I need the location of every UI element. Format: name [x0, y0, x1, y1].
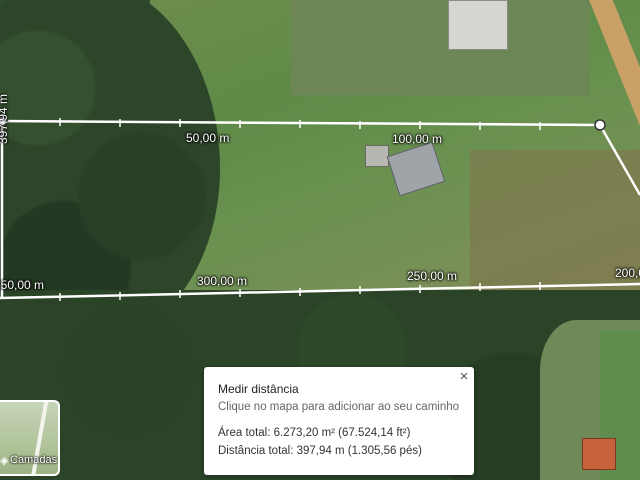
total-area-text: Área total: 6.273,20 m² (67.524,14 ft²): [218, 427, 411, 439]
measure-label-200: 200,00 m: [615, 266, 640, 280]
layers-label: Camadas: [10, 454, 58, 466]
measure-label-250: 250,00 m: [407, 269, 458, 283]
measure-label-vertical: 397,94 m: [0, 94, 11, 145]
measure-ticks: [59, 118, 541, 301]
close-icon[interactable]: ×: [456, 369, 472, 385]
layers-icon: ◈: [0, 455, 9, 467]
measure-info-card: Medir distância × Clique no mapa para ad…: [204, 367, 474, 475]
measure-label-100: 100,00 m: [392, 132, 443, 146]
measure-point[interactable]: [594, 119, 606, 131]
total-distance-text: Distância total: 397,94 m (1.305,56 pés): [218, 445, 422, 457]
info-card-title: Medir distância: [218, 382, 299, 396]
measure-label-300: 300,00 m: [197, 274, 248, 288]
measure-path[interactable]: [0, 119, 640, 196]
info-card-subtitle: Clique no mapa para adicionar ao seu cam…: [218, 401, 460, 413]
measure-label-50: 50,00 m: [186, 131, 230, 145]
measure-label-150: 150,00 m: [0, 278, 45, 292]
layers-button[interactable]: ◈ Camadas: [0, 400, 60, 476]
measure-path-bottom[interactable]: [0, 282, 640, 300]
